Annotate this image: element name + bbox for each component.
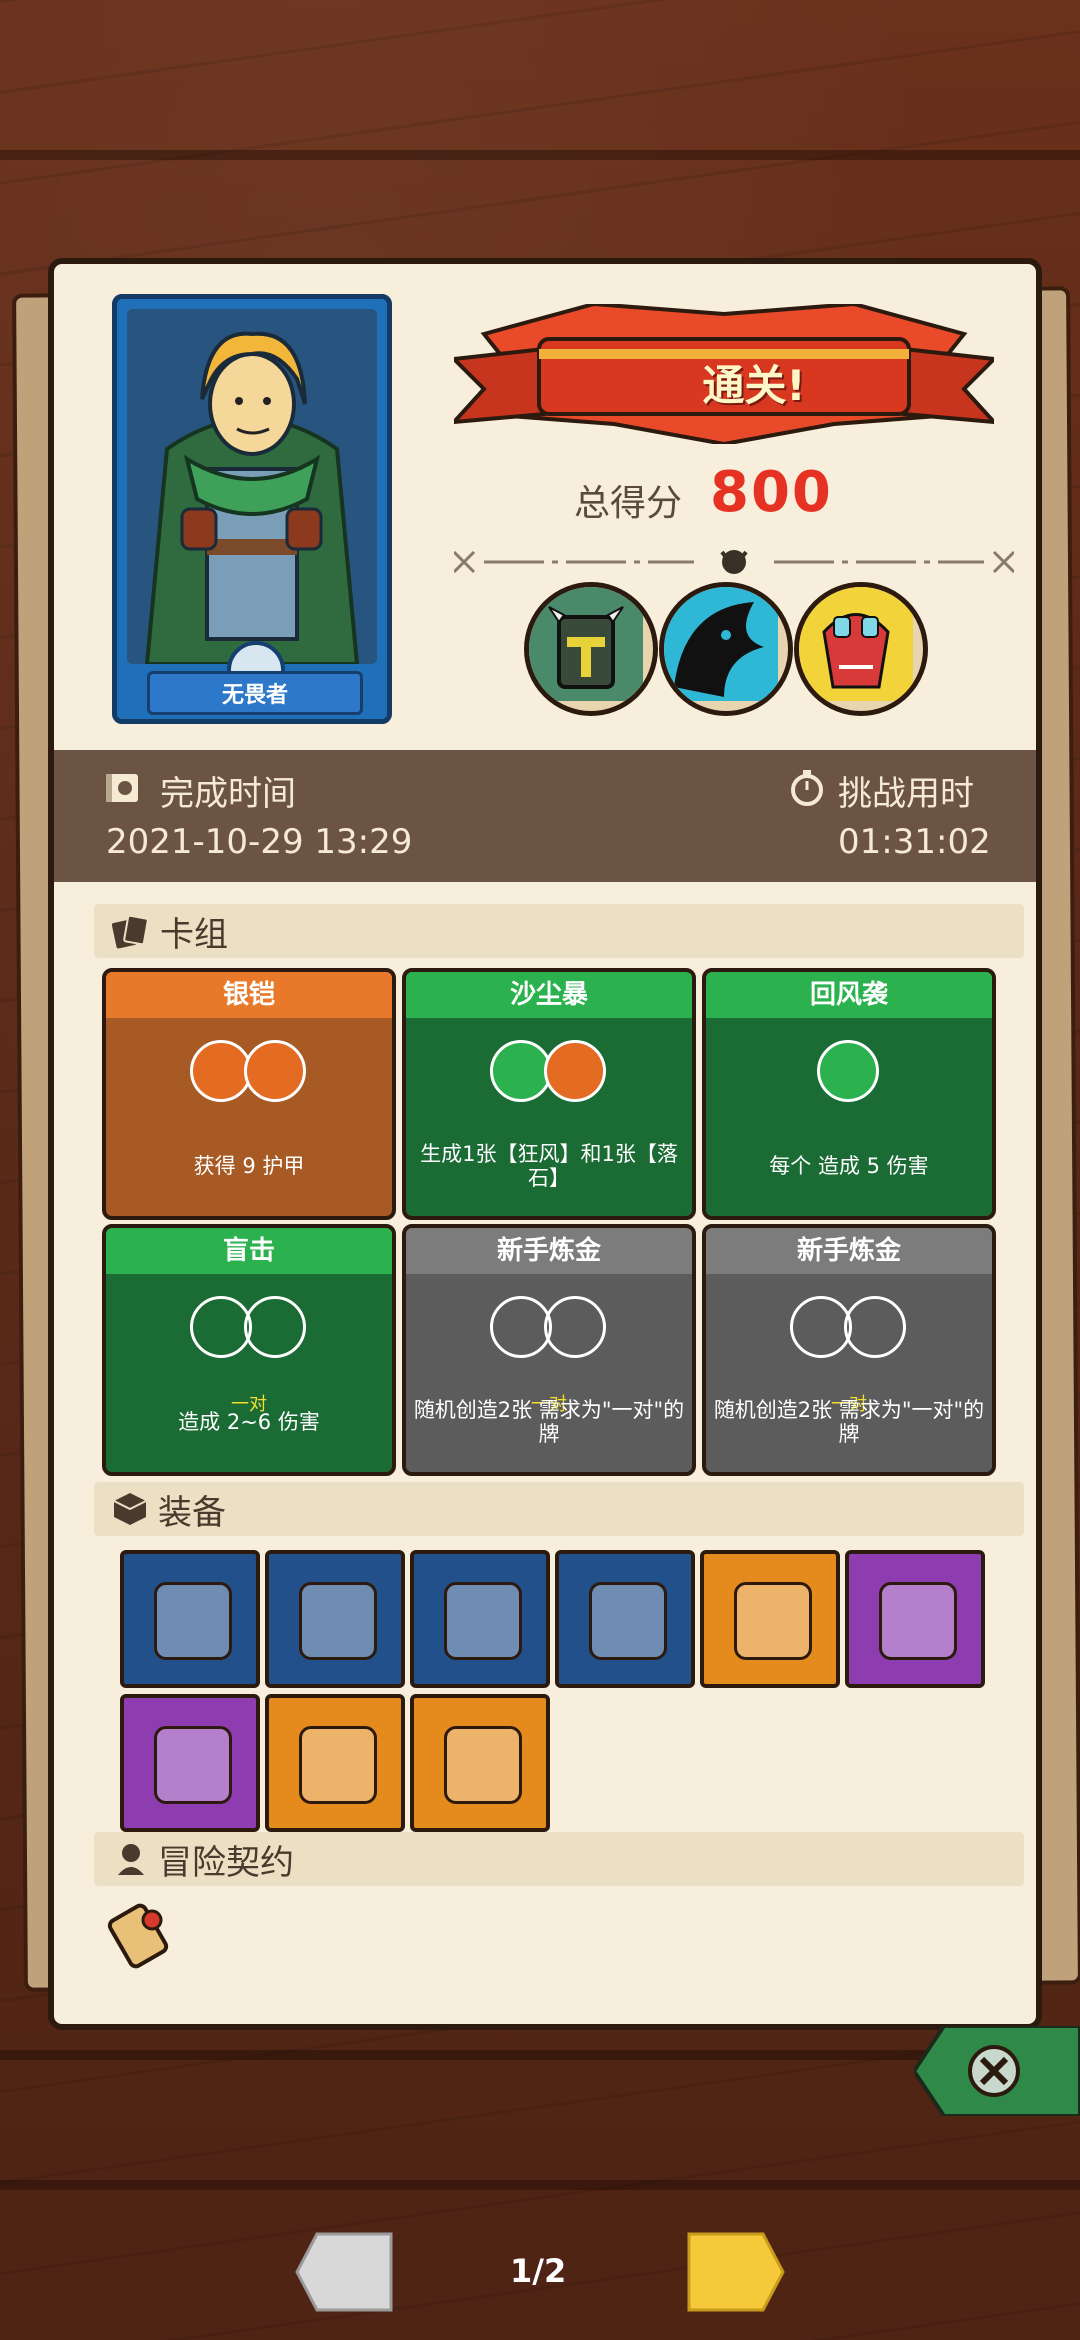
equipment-slot[interactable] xyxy=(700,1550,840,1688)
equipment-slot[interactable] xyxy=(265,1694,405,1832)
result-panel: 无畏者 通关! 总得分 800 完成时间 2021-10-29 13:29 挑战… xyxy=(48,258,1042,2030)
equipment-section-title: 装备 xyxy=(158,1492,226,1533)
calendar-icon xyxy=(106,774,138,802)
chest-armor-icon xyxy=(154,1582,232,1660)
victory-banner-text: 通关! xyxy=(702,361,806,410)
box-icon xyxy=(113,1493,147,1525)
prev-page-button[interactable] xyxy=(295,2230,395,2314)
equipment-slot[interactable] xyxy=(120,1550,260,1688)
duration-value: 01:31:02 xyxy=(838,822,991,862)
plank-seam xyxy=(0,150,1080,160)
deck-section-title: 卡组 xyxy=(160,914,228,955)
card-body: 一对 随机创造2张 需求为"一对"的牌 xyxy=(406,1274,692,1472)
card-description: 获得 9 护甲 xyxy=(193,1154,305,1178)
cards-icon xyxy=(111,914,149,949)
deck-card[interactable]: 新手炼金 一对 随机创造2张 需求为"一对"的牌 xyxy=(402,1224,696,1476)
equipment-slot[interactable] xyxy=(410,1550,550,1688)
hero-portrait xyxy=(127,309,377,664)
deck-card[interactable]: 银铠获得 9 护甲 xyxy=(102,968,396,1220)
card-title: 沙尘暴 xyxy=(406,972,692,1018)
deck-card[interactable]: 沙尘暴生成1张【狂风】和1张【落石】 xyxy=(402,968,696,1220)
score-value: 800 xyxy=(710,460,833,525)
card-description: 生成1张【狂风】和1张【落石】 xyxy=(420,1142,678,1190)
boss-divider xyxy=(454,550,1014,574)
scroll-contract-icon[interactable] xyxy=(104,1894,184,1974)
equipment-slot[interactable] xyxy=(265,1550,405,1688)
card-body: 每个 造成 5 伤害 xyxy=(706,1018,992,1216)
card-body: 生成1张【狂风】和1张【落石】 xyxy=(406,1018,692,1216)
contract-section-header: 冒险契约 xyxy=(94,1832,1024,1886)
equipment-slot[interactable] xyxy=(555,1550,695,1688)
contract-seal-icon xyxy=(118,1844,144,1875)
deck-section-header: 卡组 xyxy=(94,904,1024,958)
dice-slot-icon xyxy=(190,1040,252,1102)
dice-slot-icon xyxy=(190,1296,252,1358)
close-button[interactable] xyxy=(914,2026,1080,2116)
boss-demon-icon[interactable] xyxy=(794,582,928,716)
dice-slot-icon xyxy=(544,1040,606,1102)
hero-name: 无畏者 xyxy=(147,671,363,715)
card-body: 获得 9 护甲 xyxy=(106,1018,392,1216)
finish-time-value: 2021-10-29 13:29 xyxy=(106,822,413,862)
equipment-slot[interactable] xyxy=(410,1694,550,1832)
red-hood-icon xyxy=(734,1582,812,1660)
dice-slot-icon xyxy=(817,1040,879,1102)
equipment-section-header: 装备 xyxy=(94,1482,1024,1536)
snowflake-emblem-icon xyxy=(299,1582,377,1660)
card-title: 新手炼金 xyxy=(706,1228,992,1274)
dice-slot-icon xyxy=(490,1040,552,1102)
dice-slot-icon xyxy=(244,1040,306,1102)
card-description: 每个 造成 5 伤害 xyxy=(769,1154,929,1178)
dice-slot-icon xyxy=(790,1296,852,1358)
score-label: 总得分 xyxy=(574,483,683,524)
card-title: 银铠 xyxy=(106,972,392,1018)
deck-card[interactable]: 回风袭每个 造成 5 伤害 xyxy=(702,968,996,1220)
hero-card[interactable]: 无畏者 xyxy=(112,294,392,724)
page-indicator: 1/2 xyxy=(510,2252,567,2290)
flesh-cube-icon xyxy=(879,1582,957,1660)
equipment-slot[interactable] xyxy=(120,1694,260,1832)
deck-card[interactable]: 盲击 一对 造成 2~6 伤害 xyxy=(102,1224,396,1476)
finish-time-label: 完成时间 xyxy=(160,774,296,814)
equipment-slot[interactable] xyxy=(845,1550,985,1688)
boss-beast-icon[interactable] xyxy=(659,582,793,716)
duration-label: 挑战用时 xyxy=(838,774,974,814)
plank-seam xyxy=(0,2180,1080,2190)
contract-section-title: 冒险契约 xyxy=(158,1842,294,1883)
shark-blade-icon xyxy=(299,1726,377,1804)
gold-helmet-icon xyxy=(589,1582,667,1660)
dice-slot-icon xyxy=(490,1296,552,1358)
card-description: 随机创造2张 需求为"一对"的牌 xyxy=(713,1398,985,1446)
card-description: 造成 2~6 伤害 xyxy=(178,1410,320,1434)
dice-slot-icon xyxy=(244,1296,306,1358)
result-info-bar: 完成时间 2021-10-29 13:29 挑战用时 01:31:02 xyxy=(54,750,1036,882)
next-page-button[interactable] xyxy=(685,2230,785,2314)
dice-slot-icon xyxy=(544,1296,606,1358)
card-title: 新手炼金 xyxy=(406,1228,692,1274)
card-title: 盲击 xyxy=(106,1228,392,1274)
boss-knight-icon[interactable] xyxy=(524,582,658,716)
card-body: 一对 随机创造2张 需求为"一对"的牌 xyxy=(706,1274,992,1472)
card-description: 随机创造2张 需求为"一对"的牌 xyxy=(413,1398,685,1446)
card-title: 回风袭 xyxy=(706,972,992,1018)
dice-slot-icon xyxy=(844,1296,906,1358)
triangle-sigil-icon xyxy=(444,1726,522,1804)
horn-icon xyxy=(444,1582,522,1660)
green-gem-icon xyxy=(154,1726,232,1804)
deck-card[interactable]: 新手炼金 一对 随机创造2张 需求为"一对"的牌 xyxy=(702,1224,996,1476)
stopwatch-icon xyxy=(791,770,823,806)
card-body: 一对 造成 2~6 伤害 xyxy=(106,1274,392,1472)
